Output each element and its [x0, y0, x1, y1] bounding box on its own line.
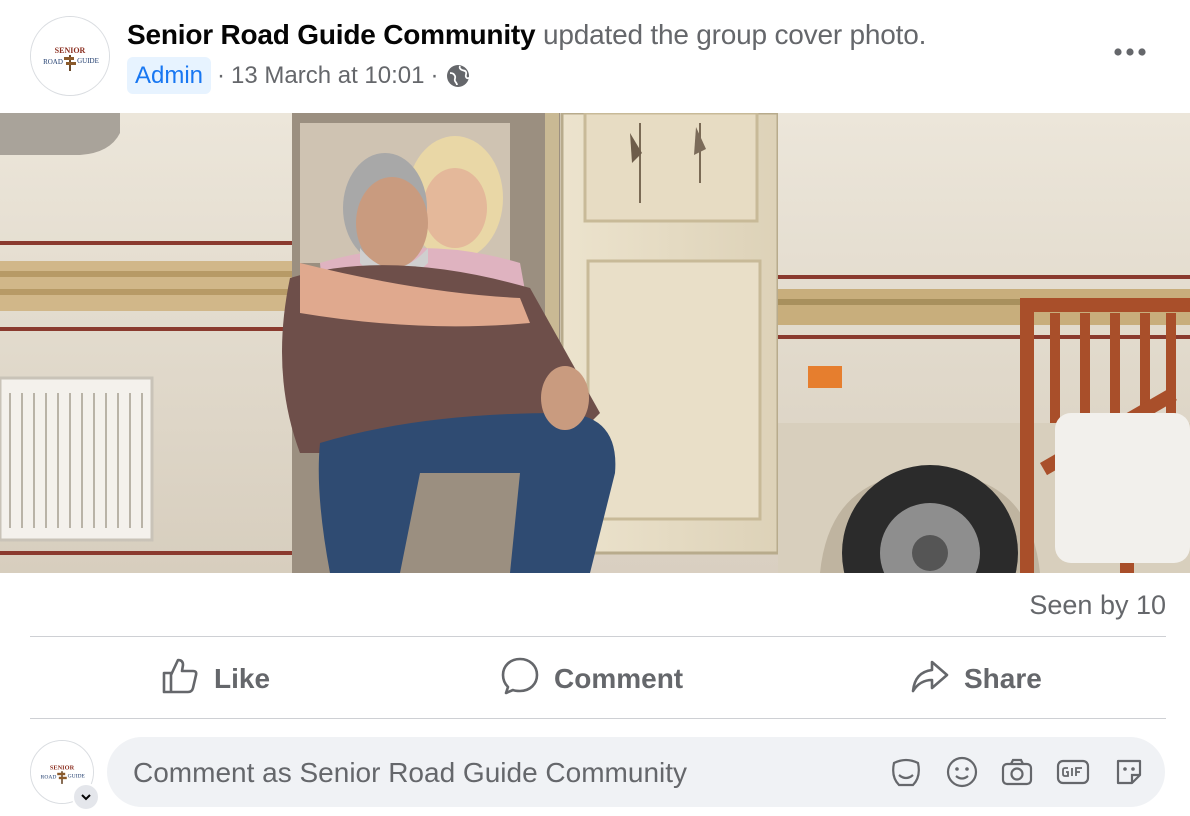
- comment-button[interactable]: Comment: [500, 652, 683, 706]
- seen-count[interactable]: Seen by 10: [1029, 590, 1166, 621]
- post-header: Senior Road Guide Community updated the …: [127, 19, 926, 51]
- comment-box[interactable]: [107, 737, 1165, 809]
- group-avatar[interactable]: SENIOR ROAD GUIDE: [30, 16, 110, 96]
- like-icon: [160, 656, 200, 703]
- avatar-sticker-icon[interactable]: [889, 755, 923, 789]
- avatar-text-left: ROAD: [41, 774, 57, 780]
- avatar-text-right: GUIDE: [77, 57, 99, 65]
- divider: [30, 718, 1166, 719]
- comment-icon: [500, 656, 540, 703]
- globe-icon: [446, 64, 470, 88]
- avatar-text-left: ROAD: [43, 58, 63, 66]
- like-button[interactable]: Like: [160, 652, 270, 706]
- divider: [30, 636, 1166, 637]
- post-meta: Admin · 13 March at 10:01 ·: [127, 57, 470, 94]
- comment-input[interactable]: [131, 737, 855, 809]
- avatar-text-right: GUIDE: [68, 774, 86, 780]
- avatar-text-top: SENIOR: [55, 46, 86, 55]
- like-label: Like: [214, 663, 271, 694]
- timestamp[interactable]: 13 March at 10:01: [231, 62, 424, 90]
- gif-icon[interactable]: [1056, 755, 1090, 789]
- share-label: Share: [964, 663, 1042, 694]
- camera-icon[interactable]: [1000, 755, 1034, 789]
- author-name[interactable]: Senior Road Guide Community: [127, 19, 536, 50]
- more-options-icon[interactable]: [1110, 34, 1150, 70]
- comment-label: Comment: [554, 663, 684, 694]
- sticker-icon[interactable]: [1112, 755, 1146, 789]
- share-button[interactable]: Share: [910, 652, 1042, 706]
- post-action: updated the group cover photo.: [543, 19, 927, 50]
- cover-photo[interactable]: [0, 113, 1190, 573]
- avatar-text-top: SENIOR: [50, 765, 75, 772]
- separator: ·: [217, 61, 226, 89]
- separator: ·: [430, 61, 439, 89]
- chevron-down-icon[interactable]: [72, 783, 100, 811]
- admin-badge[interactable]: Admin: [127, 57, 212, 94]
- emoji-icon[interactable]: [945, 755, 979, 789]
- share-icon: [910, 656, 950, 703]
